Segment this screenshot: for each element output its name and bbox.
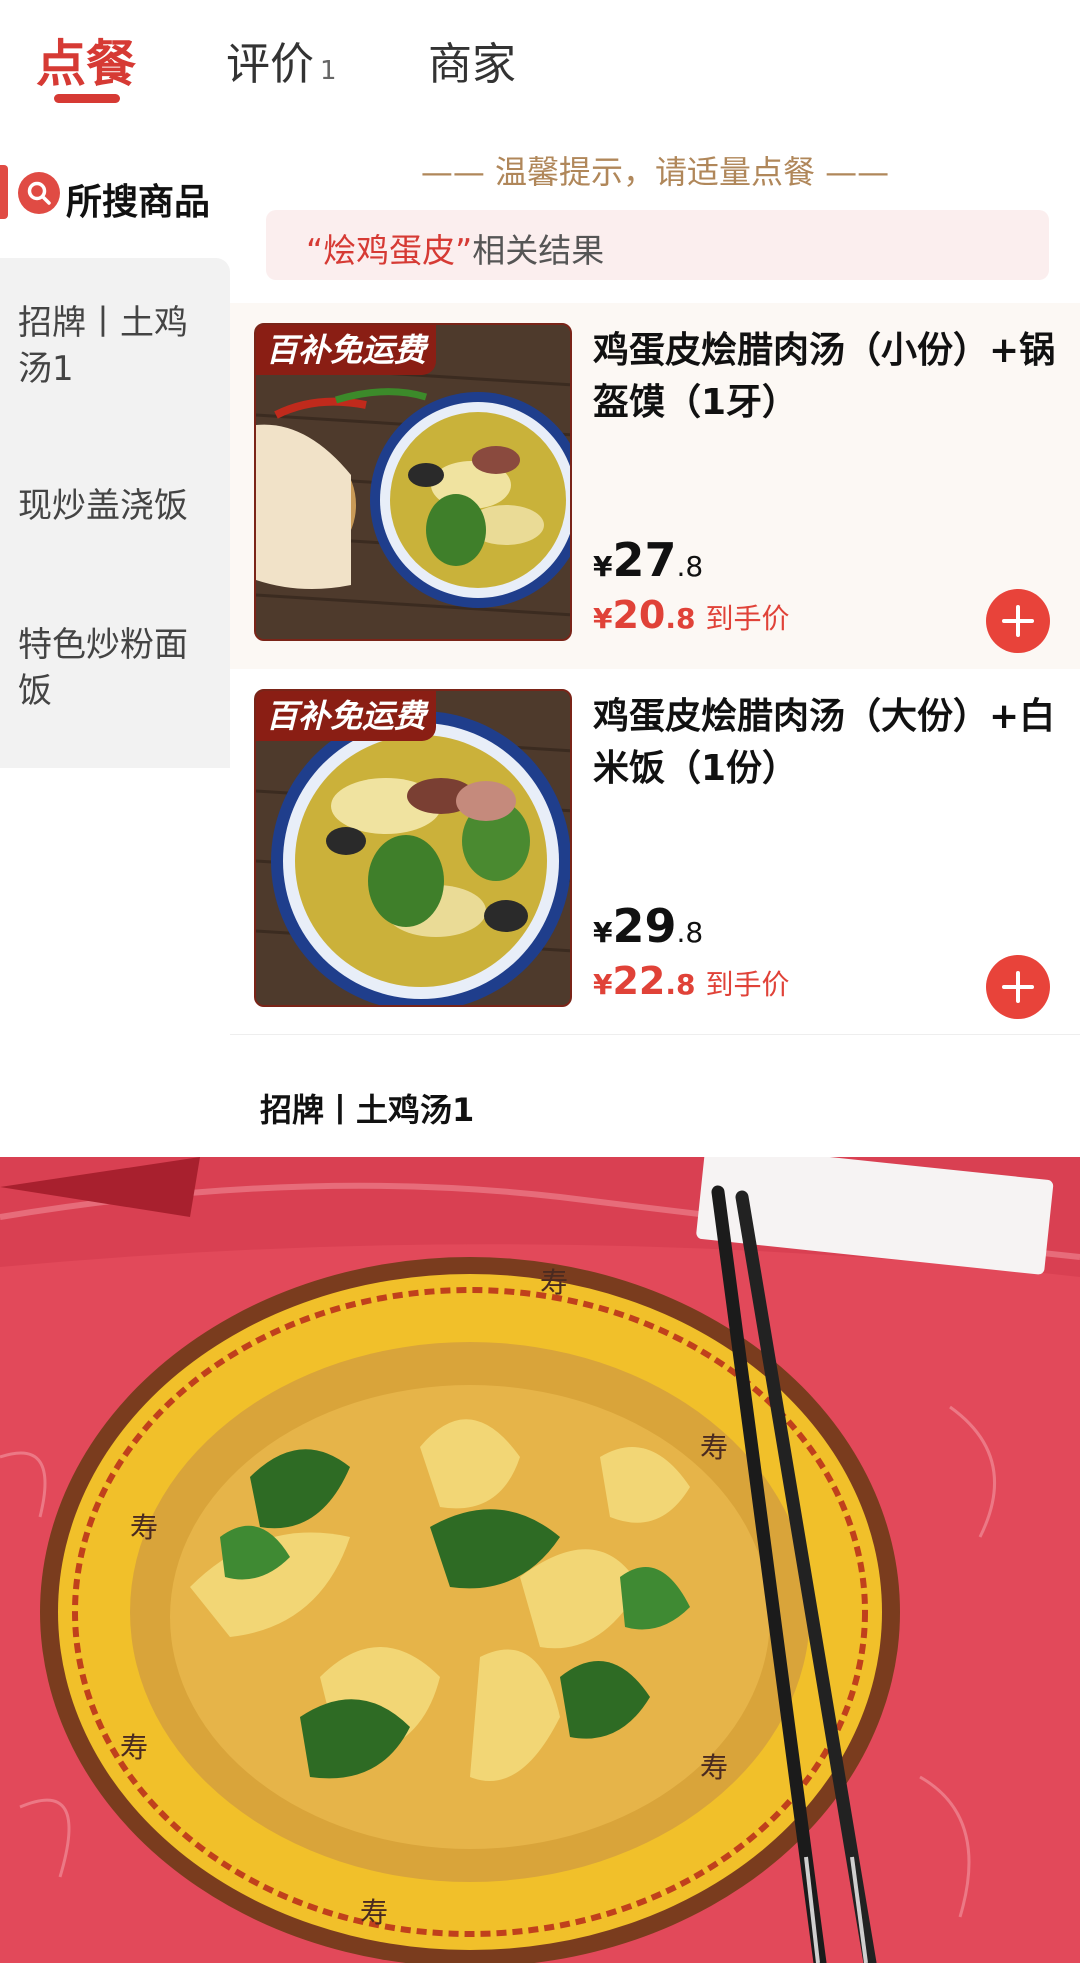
active-tab-indicator [54, 94, 120, 103]
price-integer: 20 [612, 593, 666, 637]
svg-text:寿: 寿 [130, 1511, 158, 1544]
tab-order-label: 点餐 [36, 35, 136, 93]
product-card[interactable]: 百补免运费 鸡蛋皮烩腊肉汤（大份）+白米饭（1份） ¥29.8 ¥22.8 到手… [230, 669, 1080, 1035]
svg-text:寿: 寿 [540, 1266, 568, 1299]
tab-reviews[interactable]: 评价 1 [226, 28, 337, 92]
sidebar-item-fried-noodles[interactable]: 特色炒粉面饭 [18, 622, 218, 714]
final-price-label: 到手价 [705, 968, 790, 1001]
price-decimal: .8 [676, 916, 704, 949]
original-price: ¥29.8 [593, 899, 703, 953]
search-result-suffix: 相关结果 [472, 231, 605, 270]
search-icon [18, 172, 60, 214]
final-price: ¥22.8 到手价 [593, 959, 790, 1003]
svg-text:寿: 寿 [700, 1431, 728, 1464]
price-decimal: .8 [665, 968, 696, 1001]
sidebar-item-signature-chicken-soup[interactable]: 招牌丨土鸡汤1 [18, 300, 218, 392]
svg-text:寿: 寿 [360, 1896, 388, 1929]
ordering-tip: —— 温馨提示，请适量点餐 —— [420, 153, 890, 191]
price-decimal: .8 [665, 602, 696, 635]
product-image[interactable]: 百补免运费 [254, 689, 572, 1007]
currency-symbol: ¥ [593, 550, 613, 583]
sidebar-item-label: 特色炒粉面饭 [18, 625, 188, 711]
price-integer: 29 [612, 899, 677, 953]
add-to-cart-button[interactable] [986, 589, 1050, 653]
add-to-cart-button[interactable] [986, 955, 1050, 1019]
sidebar-category-list: 招牌丨土鸡汤1 现炒盖浇饭 特色炒粉面饭 [0, 258, 230, 768]
final-price-label: 到手价 [705, 602, 790, 635]
search-keyword: “烩鸡蛋皮” [306, 231, 473, 270]
tab-order[interactable]: 点餐 [36, 24, 136, 96]
sidebar-blank-area [0, 768, 230, 1157]
top-tab-bar: 点餐 评价 1 商家 [0, 0, 1080, 115]
promo-badge: 百补免运费 [256, 691, 436, 741]
sidebar-selected-marker [0, 165, 8, 219]
tab-merchant-label: 商家 [428, 39, 516, 90]
category-sidebar: 所搜商品 招牌丨土鸡汤1 现炒盖浇饭 特色炒粉面饭 [0, 115, 230, 1157]
price-decimal: .8 [676, 550, 704, 583]
promo-badge: 百补免运费 [256, 325, 436, 375]
currency-symbol: ¥ [593, 968, 613, 1001]
product-image[interactable]: 百补免运费 [254, 323, 572, 641]
svg-text:寿: 寿 [700, 1751, 728, 1784]
svg-text:寿: 寿 [120, 1731, 148, 1764]
tab-reviews-count: 1 [320, 56, 337, 86]
product-title[interactable]: 鸡蛋皮烩腊肉汤（大份）+白米饭（1份） [593, 691, 1063, 795]
sidebar-item-label: 现炒盖浇饭 [18, 486, 188, 526]
sidebar-item-label: 招牌丨土鸡汤1 [18, 303, 188, 389]
product-title[interactable]: 鸡蛋皮烩腊肉汤（小份）+锅盔馍（1牙） [593, 325, 1063, 429]
category-section-title: 招牌丨土鸡汤1 [260, 1091, 475, 1129]
tab-merchant[interactable]: 商家 [428, 28, 516, 92]
plus-icon [1002, 605, 1034, 637]
final-price: ¥20.8 到手价 [593, 593, 790, 637]
product-card[interactable]: 百补免运费 鸡蛋皮烩腊肉汤（小份）+锅盔馍（1牙） ¥27.8 ¥20.8 到手… [230, 303, 1080, 669]
search-result-text: “烩鸡蛋皮”相关结果 [306, 224, 604, 272]
currency-symbol: ¥ [593, 916, 613, 949]
tab-reviews-label: 评价 [226, 39, 314, 90]
price-integer: 22 [612, 959, 666, 1003]
sidebar-item-searched-goods[interactable]: 所搜商品 [0, 155, 230, 227]
plus-icon [1002, 971, 1034, 1003]
sidebar-item-stir-fry-rice[interactable]: 现炒盖浇饭 [18, 483, 218, 529]
price-integer: 27 [612, 533, 677, 587]
original-price: ¥27.8 [593, 533, 703, 587]
currency-symbol: ¥ [593, 602, 613, 635]
search-result-bar: “烩鸡蛋皮”相关结果 [266, 210, 1049, 280]
sidebar-item-label: 所搜商品 [66, 182, 211, 223]
product-list: —— 温馨提示，请适量点餐 —— “烩鸡蛋皮”相关结果 百补免运费 鸡蛋皮烩腊肉… [230, 115, 1080, 1157]
dish-photo: 寿 寿 寿 寿 寿 寿 [0, 1157, 1080, 1963]
